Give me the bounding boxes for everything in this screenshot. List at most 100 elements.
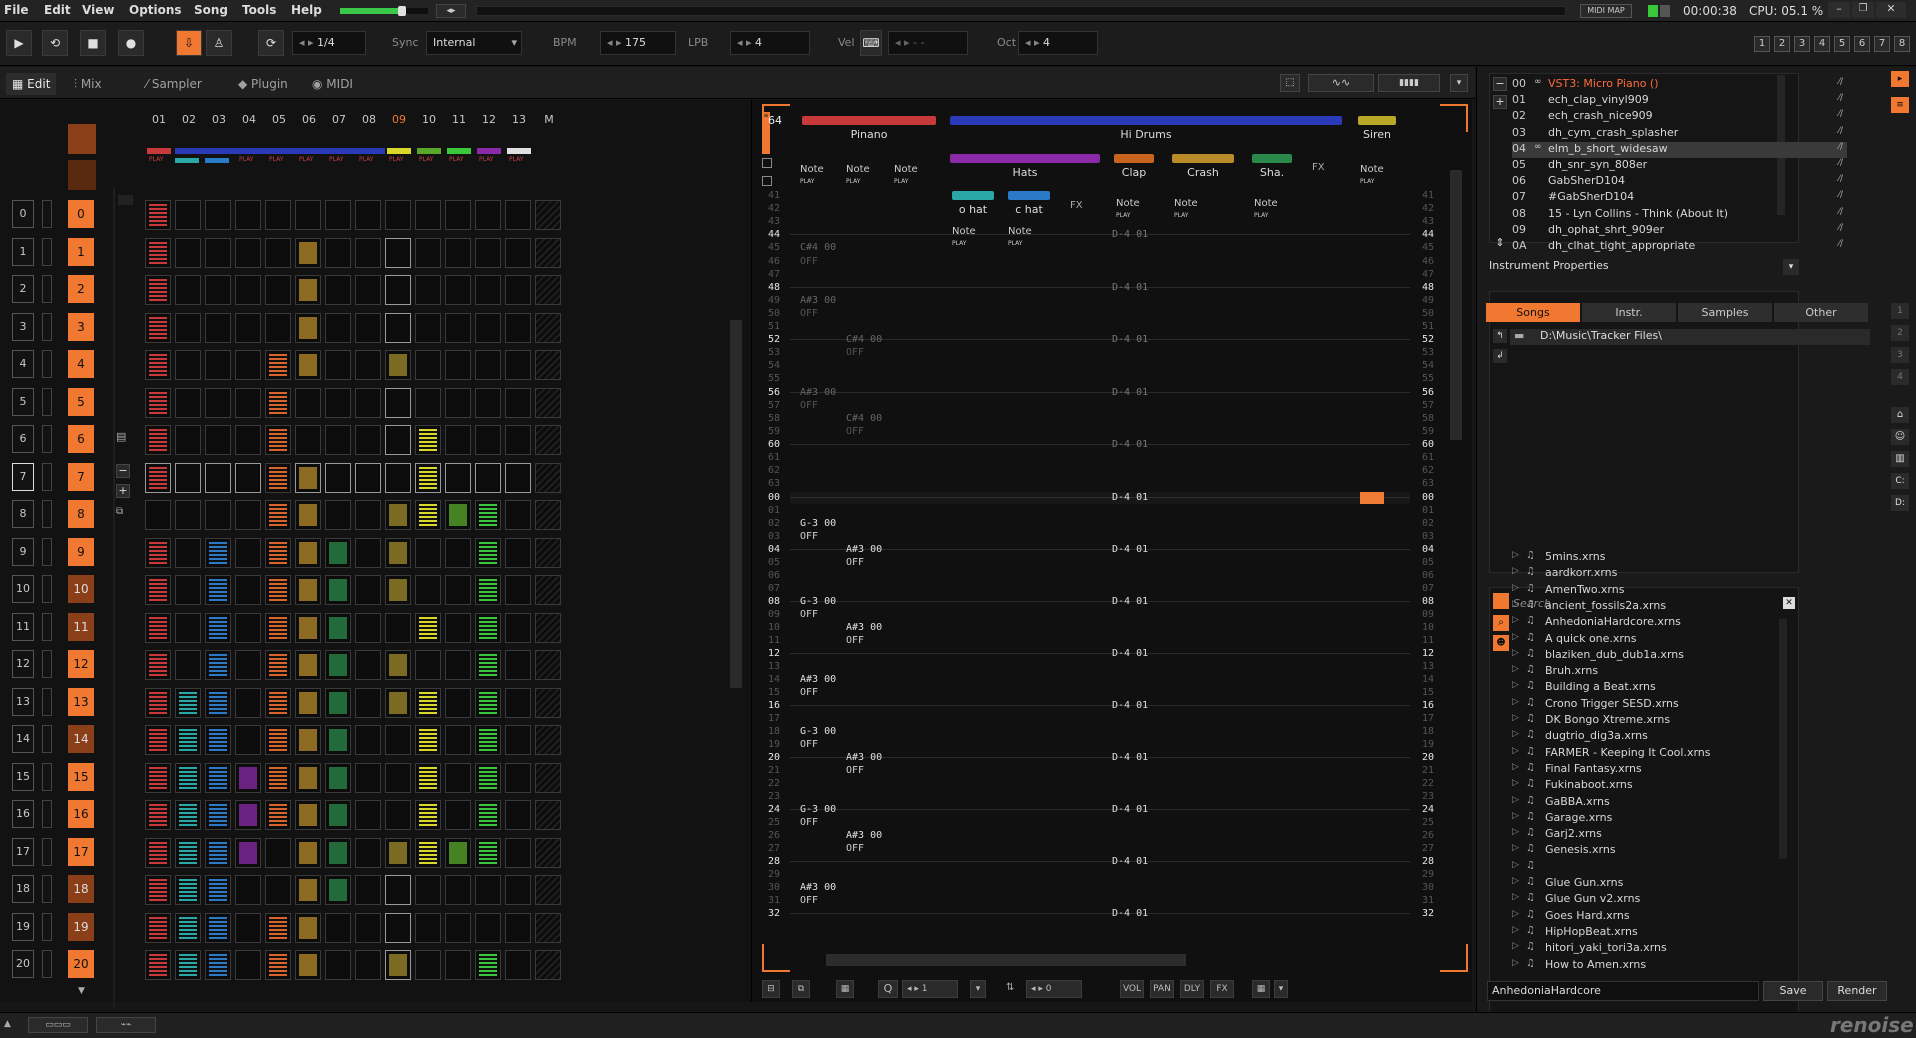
matrix-slot[interactable] [295, 275, 321, 305]
track-sha-name[interactable]: Sha. [1252, 166, 1292, 179]
song-file-item[interactable]: dugtrio_dig3a.xrns [1545, 729, 1648, 742]
matrix-slot[interactable] [235, 312, 261, 343]
matrix-track-header[interactable]: 06 [297, 113, 321, 126]
matrix-slot[interactable] [265, 275, 291, 305]
matrix-slot[interactable] [385, 200, 411, 230]
matrix-slot[interactable] [505, 950, 531, 980]
sequence-pattern-slot[interactable]: 20 [68, 950, 94, 978]
note-off[interactable]: OFF [800, 687, 818, 698]
browser-path[interactable]: ▬ D:\Music\Tracker Files\ [1510, 329, 1870, 345]
instrument-item[interactable]: 07 #GabSherD104 ⁄∕ [1512, 190, 1847, 206]
expand-arrow-icon[interactable]: ▷ [1512, 876, 1519, 886]
matrix-slot[interactable] [265, 837, 291, 868]
song-file-item[interactable]: DK Bongo Xtreme.xrns [1545, 713, 1670, 726]
tab-sampler[interactable]: ⁄ Sampler [140, 73, 208, 95]
note-column-label[interactable]: Note [952, 226, 976, 237]
matrix-slot[interactable] [505, 612, 531, 643]
side-slot-4[interactable]: 4 [1891, 369, 1909, 385]
matrix-slot[interactable] [505, 725, 531, 755]
matrix-slot[interactable] [235, 687, 261, 718]
sequence-number[interactable]: 2 [12, 275, 34, 303]
expand-arrow-icon[interactable]: ▷ [1512, 892, 1519, 902]
matrix-slot[interactable] [355, 837, 381, 868]
sequence-pattern-slot[interactable]: 17 [68, 837, 94, 866]
song-file-item[interactable]: AmenTwo.xrns [1545, 583, 1624, 596]
matrix-slot[interactable] [235, 725, 261, 755]
matrix-slot[interactable] [505, 237, 531, 268]
drum-note[interactable]: D-4 01 [1112, 908, 1148, 919]
matrix-slot[interactable] [175, 725, 201, 755]
instrument-item[interactable]: 00 VST3: Micro Piano () ∞ ⁄∕ [1512, 77, 1847, 93]
matrix-slot[interactable] [175, 837, 201, 868]
expand-arrow-icon[interactable]: ▷ [1512, 680, 1519, 690]
fx-column-label[interactable]: FX [1312, 162, 1325, 173]
matrix-slot[interactable] [265, 950, 291, 980]
tab-plugin[interactable]: ◆ Plugin [232, 73, 294, 95]
matrix-slot[interactable] [355, 500, 381, 530]
sequence-mute-toggle[interactable] [42, 200, 52, 228]
sequence-pattern-slot[interactable]: 2 [68, 275, 94, 303]
expand-arrow-icon[interactable]: ▷ [1512, 697, 1519, 707]
matrix-slot[interactable] [475, 425, 501, 455]
matrix-slot[interactable] [145, 687, 171, 718]
matrix-slot[interactable] [205, 650, 231, 680]
matrix-slot[interactable] [475, 837, 501, 868]
sequence-number[interactable]: 7 [12, 462, 34, 491]
matrix-slot[interactable] [175, 275, 201, 305]
matrix-slot[interactable] [475, 800, 501, 830]
stop-icon[interactable]: ■ [80, 30, 106, 56]
matrix-slot[interactable] [295, 800, 321, 830]
matrix-slot[interactable] [445, 875, 471, 905]
remove-sequence-button[interactable]: − [116, 464, 130, 478]
track-count-button-3[interactable]: 3 [1794, 36, 1810, 52]
scope-toggle[interactable]: ◂▸ [436, 4, 466, 18]
matrix-slot[interactable] [445, 462, 471, 493]
tab-midi[interactable]: ◉ MIDI [306, 73, 359, 95]
master-slot[interactable] [535, 200, 561, 230]
matrix-slot[interactable] [175, 312, 201, 343]
note-off[interactable]: OFF [800, 256, 818, 267]
matrix-slot[interactable] [235, 275, 261, 305]
matrix-slot[interactable] [235, 762, 261, 793]
automation-toggle[interactable]: ∿∿ [1308, 74, 1374, 92]
track-count-button-4[interactable]: 4 [1814, 36, 1830, 52]
sequence-number[interactable]: 0 [12, 200, 34, 228]
matrix-slot[interactable] [475, 687, 501, 718]
matrix-slot[interactable] [265, 425, 291, 455]
matrix-slot[interactable] [295, 875, 321, 905]
matrix-slot[interactable] [415, 425, 441, 455]
drum-note[interactable]: D-4 01 [1112, 648, 1148, 659]
search-icon[interactable]: ⌕ [1493, 615, 1509, 631]
pattern-note[interactable]: C#4 00 [800, 242, 836, 253]
matrix-slot[interactable] [415, 537, 441, 568]
sequence-mute-toggle[interactable] [42, 912, 52, 941]
matrix-slot[interactable] [265, 912, 291, 943]
matrix-slot[interactable] [295, 950, 321, 980]
master-slot[interactable] [535, 612, 561, 643]
matrix-slot[interactable] [265, 650, 291, 680]
matrix-slot[interactable] [205, 462, 231, 493]
matrix-slot[interactable] [295, 762, 321, 793]
lpb-field[interactable]: ◂ ▸ 4 [730, 31, 810, 55]
matrix-slot[interactable] [145, 575, 171, 605]
matrix-slot[interactable] [295, 237, 321, 268]
sequence-pattern-slot[interactable]: 18 [68, 875, 94, 903]
matrix-slot[interactable] [445, 725, 471, 755]
matrix-slot[interactable] [475, 725, 501, 755]
drum-note[interactable]: D-4 01 [1112, 544, 1148, 555]
matrix-slot[interactable] [265, 575, 291, 605]
note-off[interactable]: OFF [800, 531, 818, 542]
master-slot[interactable] [535, 725, 561, 755]
expand-arrow-icon[interactable]: ▷ [1512, 599, 1519, 609]
menu-help[interactable]: Help [291, 3, 322, 17]
matrix-slot[interactable] [325, 687, 351, 718]
matrix-slot[interactable] [145, 350, 171, 380]
note-off[interactable]: OFF [800, 895, 818, 906]
matrix-slot[interactable] [235, 950, 261, 980]
master-slot[interactable] [535, 950, 561, 980]
matrix-slot[interactable] [325, 425, 351, 455]
matrix-slot[interactable] [325, 800, 351, 830]
matrix-slot[interactable] [415, 500, 441, 530]
matrix-slot[interactable] [385, 875, 411, 905]
matrix-slot[interactable] [205, 612, 231, 643]
